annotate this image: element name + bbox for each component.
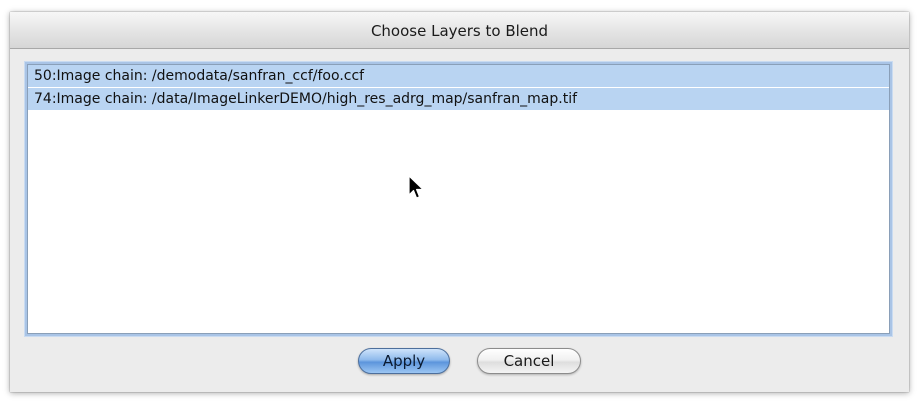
layer-list[interactable]: 50:Image chain: /demodata/sanfran_ccf/fo… [27, 64, 890, 334]
button-bar: Apply Cancel [10, 348, 909, 376]
dialog-title: Choose Layers to Blend [10, 12, 909, 49]
apply-button[interactable]: Apply [358, 348, 450, 374]
mouse-pointer-icon [408, 175, 424, 199]
list-item[interactable]: 50:Image chain: /demodata/sanfran_ccf/fo… [28, 65, 889, 87]
cancel-button[interactable]: Cancel [477, 348, 581, 374]
list-item[interactable]: 74:Image chain: /data/ImageLinkerDEMO/hi… [28, 88, 889, 110]
choose-layers-dialog: Choose Layers to Blend 50:Image chain: /… [10, 12, 909, 392]
